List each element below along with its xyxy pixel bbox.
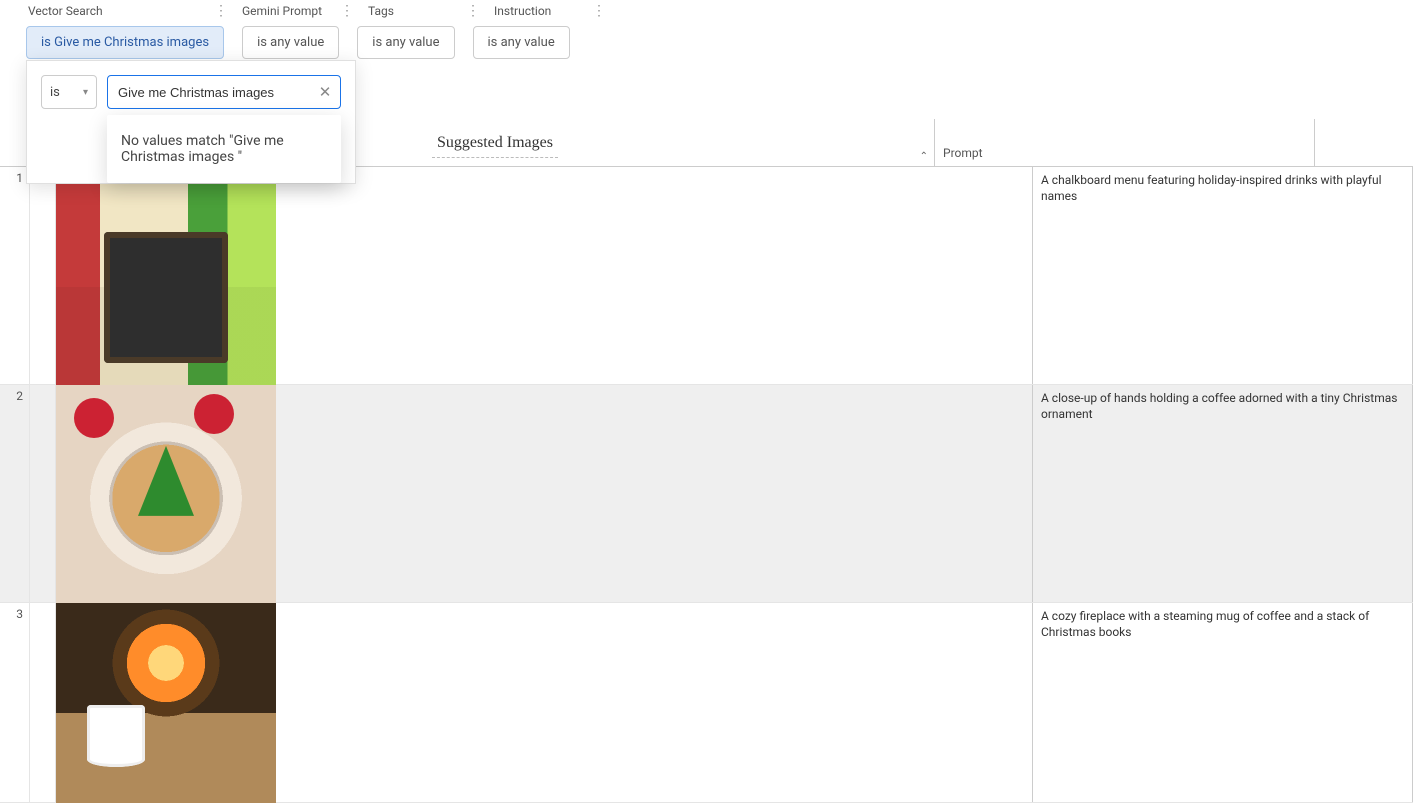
suggested-image-thumbnail[interactable] <box>56 603 276 803</box>
chevron-down-icon: ▾ <box>83 87 88 98</box>
filter-label-gemini-prompt: Gemini Prompt <box>242 4 322 18</box>
filter-pill-tags[interactable]: is any value <box>357 26 454 59</box>
table-row[interactable]: 3 A cozy fireplace with a steaming mug o… <box>0 603 1413 803</box>
prompt-cell: A chalkboard menu featuring holiday-insp… <box>1033 167 1413 384</box>
filter-editor-popover: is ▾ ✕ No values match "Give me Christma… <box>26 60 356 184</box>
row-number: 1 <box>0 167 30 384</box>
no-values-match-message: No values match "Give me Christmas image… <box>121 133 284 165</box>
filter-autocomplete-dropdown: No values match "Give me Christmas image… <box>107 115 341 183</box>
table-row[interactable]: 2 A close-up of hands holding a coffee a… <box>0 385 1413 603</box>
filter-label-instruction: Instruction <box>494 4 551 18</box>
filter-menu-icon[interactable]: ⋮ <box>340 3 354 19</box>
filter-menu-icon[interactable]: ⋮ <box>214 3 228 19</box>
row-number: 3 <box>0 603 30 802</box>
filter-value-input[interactable] <box>116 84 316 101</box>
filter-pill-gemini-prompt[interactable]: is any value <box>242 26 339 59</box>
row-number: 2 <box>0 385 30 602</box>
column-header-suggested-images[interactable]: Suggested Images <box>437 134 553 152</box>
suggested-image-thumbnail[interactable] <box>56 385 276 603</box>
filter-pill-vector-search[interactable]: is Give me Christmas images <box>26 26 224 59</box>
suggested-image-thumbnail[interactable] <box>56 167 276 385</box>
clear-input-icon[interactable]: ✕ <box>316 83 334 101</box>
filter-label-vector-search: Vector Search <box>28 4 103 18</box>
prompt-cell: A close-up of hands holding a coffee ado… <box>1033 385 1413 602</box>
filter-menu-icon[interactable]: ⋮ <box>592 3 606 19</box>
filter-label-tags: Tags <box>368 4 394 18</box>
table-row[interactable]: 1 A chalkboard menu featuring holiday-in… <box>0 167 1413 385</box>
sort-ascending-icon[interactable]: ⌃ <box>920 151 928 162</box>
prompt-cell: A cozy fireplace with a steaming mug of … <box>1033 603 1413 802</box>
filter-menu-icon[interactable]: ⋮ <box>466 3 480 19</box>
column-header-prompt[interactable]: Prompt <box>943 146 983 160</box>
filter-operator-value: is <box>50 85 60 100</box>
filter-operator-select[interactable]: is ▾ <box>41 75 97 109</box>
filter-pill-instruction[interactable]: is any value <box>473 26 570 59</box>
